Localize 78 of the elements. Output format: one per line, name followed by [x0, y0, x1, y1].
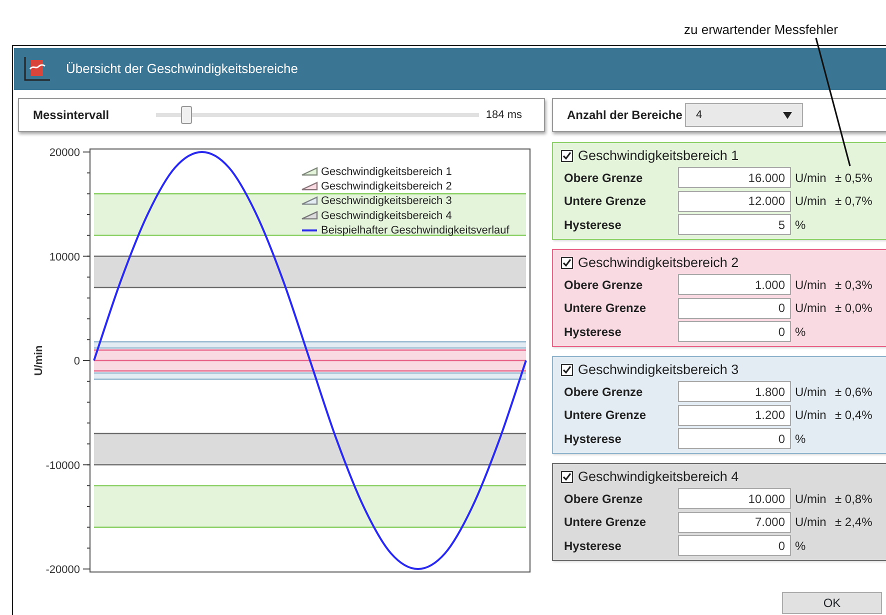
input-field[interactable]: 5 [678, 214, 791, 236]
unit-label: U/min [794, 514, 828, 532]
error-label: ± 0,5% [835, 170, 872, 187]
y-tick-label: 10000 [49, 251, 80, 264]
input-field[interactable]: 1.200 [678, 404, 791, 426]
error-label: ± 0,6% [835, 384, 872, 401]
error-label: ± 0,3% [835, 276, 872, 294]
y-tick-label: 20000 [49, 147, 80, 159]
unit-label: U/min [794, 193, 828, 210]
error-label: ± 2,4% [835, 514, 872, 532]
range-count-label: Anzahl der Bereiche [567, 107, 684, 124]
legend-label: Geschwindigkeitsbereich 4 [321, 210, 452, 222]
unit-label: U/min [794, 490, 828, 508]
ok-button[interactable]: OK [782, 592, 882, 614]
field-label: Obere Grenze [563, 170, 644, 187]
input-field[interactable]: 0 [678, 321, 791, 342]
field-label: Hysterese [563, 430, 622, 448]
legend-line-icon [302, 229, 317, 232]
caret-icon [783, 112, 792, 118]
field-label: Obere Grenze [563, 384, 644, 401]
legend-label: Geschwindigkeitsbereich 1 [321, 166, 452, 178]
field-label: Obere Grenze [563, 490, 644, 508]
unit-label: % [794, 538, 807, 555]
unit-label: U/min [794, 407, 828, 424]
range-title: Geschwindigkeitsbereich 4 [578, 468, 739, 486]
error-label: ± 0,0% [835, 300, 872, 318]
error-label: ± 0,4% [835, 407, 872, 424]
interval-reading: 184 ms [486, 108, 522, 123]
error-label: ± 0,7% [835, 193, 872, 210]
input-field[interactable]: 0 [678, 535, 791, 556]
field-label: Hysterese [563, 216, 622, 234]
input-field[interactable]: 0 [678, 298, 791, 319]
slider-thumb[interactable] [180, 106, 192, 124]
legend-label: Geschwindigkeitsbereich 2 [321, 180, 452, 193]
annotation-label: zu erwartender Messfehler [684, 21, 838, 39]
range-count-dropdown[interactable]: 4 [685, 103, 803, 127]
unit-label: U/min [794, 384, 828, 401]
input-field[interactable]: 0 [678, 428, 791, 450]
checkbox[interactable] [561, 150, 573, 162]
input-field[interactable]: 1.800 [678, 381, 791, 402]
input-field[interactable]: 10.000 [678, 488, 791, 510]
unit-label: U/min [794, 276, 828, 294]
input-field[interactable]: 1.000 [678, 274, 791, 296]
field-label: Untere Grenze [563, 193, 648, 210]
unit-label: U/min [794, 300, 828, 318]
legend-band-icon [301, 167, 318, 176]
y-tick-label: 0 [74, 356, 80, 368]
legend-label: Beispielhafter Geschwindigkeitsverlauf [321, 224, 510, 236]
field-label: Untere Grenze [563, 407, 648, 424]
checkbox[interactable] [561, 471, 573, 483]
interval-label: Messintervall [33, 107, 110, 124]
unit-label: % [794, 216, 807, 234]
y-axis-label: U/min [33, 345, 45, 376]
field-label: Untere Grenze [563, 300, 648, 318]
error-label: ± 0,8% [835, 490, 872, 508]
legend-band-icon [301, 210, 318, 220]
input-field[interactable]: 16.000 [678, 167, 791, 188]
unit-label: % [794, 324, 807, 341]
checkbox[interactable] [561, 257, 573, 269]
range-title: Geschwindigkeitsbereich 2 [578, 254, 739, 272]
window-title: Übersicht der Geschwindigkeitsbereiche [66, 60, 298, 78]
range-title: Geschwindigkeitsbereich 1 [578, 146, 739, 165]
input-field[interactable]: 12.000 [678, 190, 791, 212]
field-label: Hysterese [563, 324, 622, 341]
field-label: Obere Grenze [563, 276, 644, 294]
y-tick-label: -10000 [46, 460, 80, 472]
checkbox[interactable] [561, 364, 573, 376]
unit-label: U/min [794, 170, 828, 187]
y-tick-label: -20000 [46, 564, 80, 576]
input-field[interactable]: 7.000 [678, 512, 791, 533]
range-title: Geschwindigkeitsbereich 3 [578, 360, 739, 379]
field-label: Untere Grenze [563, 514, 648, 532]
field-label: Hysterese [563, 538, 622, 555]
legend-band-icon [301, 196, 318, 205]
legend-band-icon [301, 182, 318, 190]
chart-logo-icon [22, 55, 52, 83]
legend-label: Geschwindigkeitsbereich 3 [321, 195, 452, 208]
unit-label: % [794, 430, 807, 448]
